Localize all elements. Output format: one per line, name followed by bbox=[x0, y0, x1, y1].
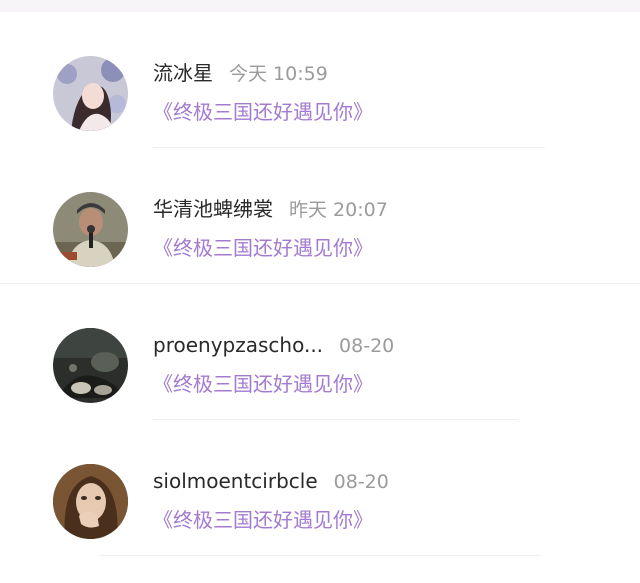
timestamp: 今天 10:59 bbox=[229, 63, 328, 85]
username[interactable]: proenypzascho... bbox=[153, 333, 323, 357]
list-item[interactable]: proenypzascho... 08-20 《终极三国还好遇见你》 bbox=[0, 284, 640, 420]
comment-header: 华清池蜱绋裳 昨天 20:07 bbox=[153, 196, 388, 223]
avatar[interactable] bbox=[53, 328, 128, 403]
avatar-dark-scene-icon bbox=[53, 328, 128, 403]
avatar[interactable] bbox=[53, 56, 128, 131]
comment-header: proenypzascho... 08-20 bbox=[153, 332, 394, 359]
avatar[interactable] bbox=[53, 464, 128, 539]
comment-header: 流冰星 今天 10:59 bbox=[153, 60, 328, 87]
avatar-girl-flowers-icon bbox=[53, 56, 128, 131]
list-item[interactable]: 华清池蜱绋裳 昨天 20:07 《终极三国还好遇见你》 bbox=[0, 148, 640, 284]
work-title-link[interactable]: 《终极三国还好遇见你》 bbox=[153, 235, 373, 261]
username[interactable]: 流冰星 bbox=[153, 61, 213, 85]
list-item[interactable]: 流冰星 今天 10:59 《终极三国还好遇见你》 bbox=[0, 12, 640, 148]
timestamp: 昨天 20:07 bbox=[289, 199, 388, 221]
divider bbox=[100, 555, 540, 556]
comment-header: siolmoentcirbcle 08-20 bbox=[153, 468, 389, 495]
avatar[interactable] bbox=[53, 192, 128, 267]
work-title-link[interactable]: 《终极三国还好遇见你》 bbox=[153, 99, 373, 125]
avatar-man-microphone-icon bbox=[53, 192, 128, 267]
timestamp: 08-20 bbox=[333, 471, 389, 493]
username[interactable]: 华清池蜱绋裳 bbox=[153, 197, 273, 221]
username[interactable]: siolmoentcirbcle bbox=[153, 469, 318, 493]
timestamp: 08-20 bbox=[339, 335, 395, 357]
top-status-strip bbox=[0, 0, 640, 12]
avatar-woman-hand-icon bbox=[53, 464, 128, 539]
work-title-link[interactable]: 《终极三国还好遇见你》 bbox=[153, 371, 373, 397]
list-item[interactable]: siolmoentcirbcle 08-20 《终极三国还好遇见你》 bbox=[0, 420, 640, 556]
work-title-link[interactable]: 《终极三国还好遇见你》 bbox=[153, 507, 373, 533]
